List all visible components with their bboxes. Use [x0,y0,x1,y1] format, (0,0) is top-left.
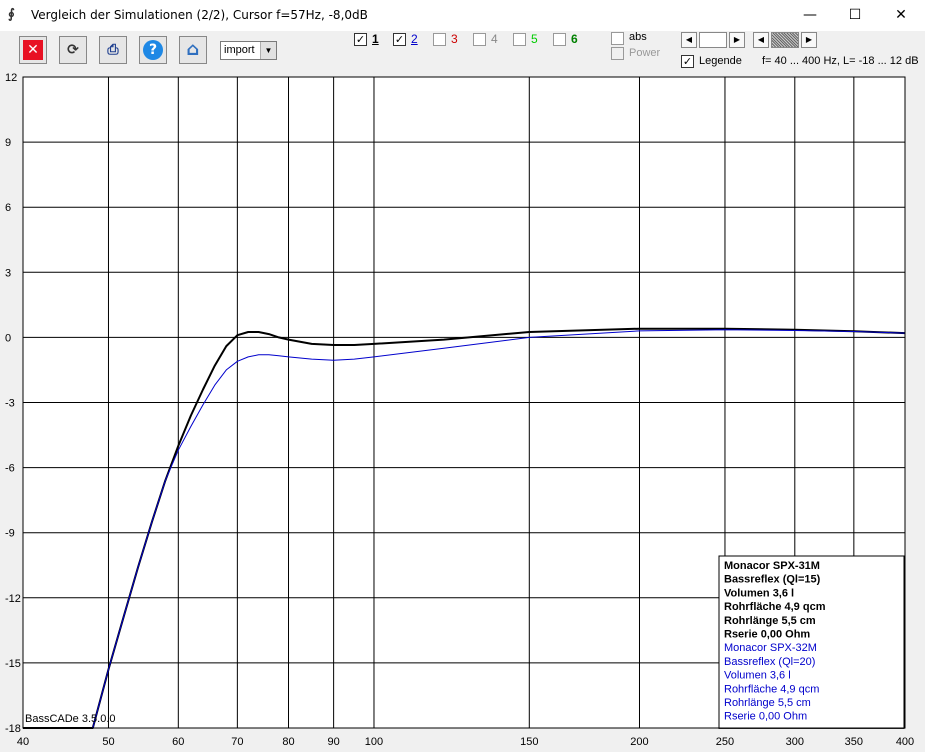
legend-line: Rserie 0,00 Ohm [724,629,810,641]
x-tick-label: 90 [327,736,339,748]
x-tick-label: 60 [172,736,184,748]
x-tick-label: 300 [786,736,804,748]
x-tick-label: 50 [102,736,114,748]
legend-line: Rohrfläche 4,9 qcm [724,601,826,613]
y-tick-label: 12 [5,72,17,84]
legend-line: Monacor SPX-31M [724,560,820,572]
legend-line: Bassreflex (Ql=15) [724,574,821,586]
watermark-text: BassCADe 3.5.0.0 [25,713,116,725]
series-checkbox-label-3: 3 [451,32,458,46]
y-tick-label: -6 [5,463,15,475]
legend-line: Rserie 0,00 Ohm [724,711,807,723]
y-tick-label: -15 [5,658,21,670]
series-checkbox-label-5: 5 [531,32,538,46]
x-tick-label: 40 [17,736,29,748]
x-tick-label: 100 [365,736,383,748]
series-checkbox-2[interactable]: ✓ [393,33,406,46]
legend-line: Monacor SPX-32M [724,642,817,654]
legend-line: Volumen 3,6 l [724,587,794,599]
legend-line: Bassreflex (Ql=20) [724,656,815,668]
y-tick-label: 0 [5,332,11,344]
legend-line: Rohrfläche 4,9 qcm [724,683,819,695]
legend-line: Rohrlänge 5,5 cm [724,697,811,709]
y-tick-label: -9 [5,528,15,540]
y-tick-label: -3 [5,398,15,410]
series-checkbox-3[interactable] [433,33,446,46]
legend: Monacor SPX-31MBassreflex (Ql=15)Volumen… [718,555,905,729]
x-tick-label: 400 [896,736,914,748]
series-checkbox-label-4: 4 [491,32,498,46]
frequency-response-chart[interactable]: Monacor SPX-31MBassreflex (Ql=15)Volumen… [0,0,925,752]
x-tick-label: 350 [845,736,863,748]
x-tick-label: 70 [231,736,243,748]
legend-line: Rohrlänge 5,5 cm [724,615,816,627]
series-checkbox-label-1: 1 [372,32,379,46]
series-checkbox-5[interactable] [513,33,526,46]
y-tick-label: 3 [5,267,11,279]
y-tick-label: 9 [5,137,11,149]
series-checkbox-label-2: 2 [411,32,418,46]
y-tick-label: -18 [5,723,21,735]
legend-line: Volumen 3,6 l [724,670,791,682]
y-tick-label: 6 [5,202,11,214]
series-checkbox-1[interactable]: ✓ [354,33,367,46]
series-checkbox-6[interactable] [553,33,566,46]
x-tick-label: 250 [716,736,734,748]
series-checkbox-label-6: 6 [571,32,578,46]
y-tick-label: -12 [5,593,21,605]
series-checkbox-4[interactable] [473,33,486,46]
x-tick-label: 150 [520,736,538,748]
x-tick-label: 200 [630,736,648,748]
x-tick-label: 80 [282,736,294,748]
